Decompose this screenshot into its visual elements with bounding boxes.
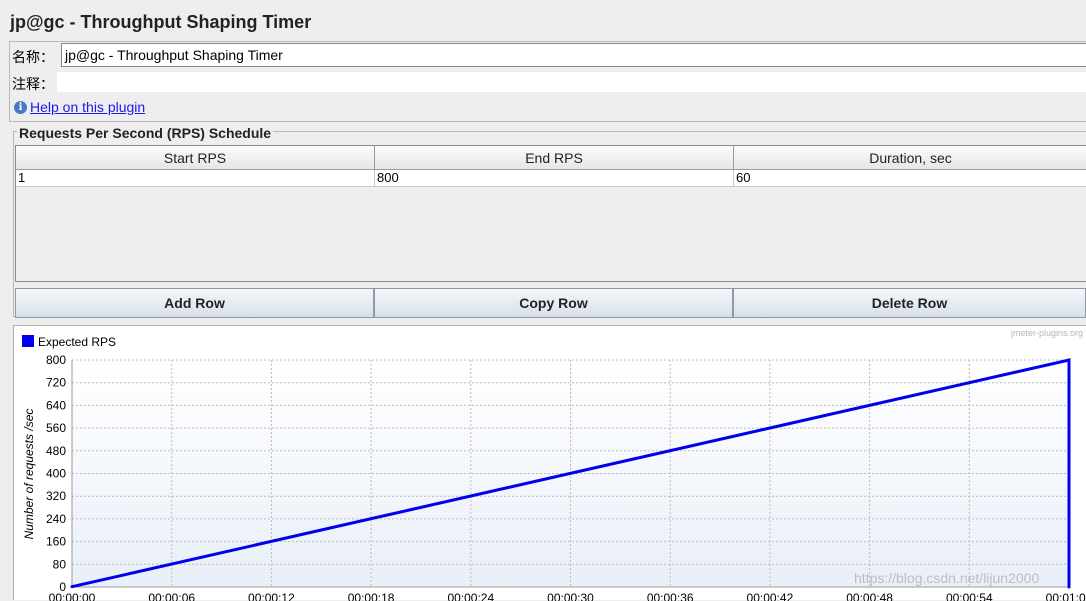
- column-header-start-rps[interactable]: Start RPS: [16, 146, 375, 170]
- y-tick-label: 160: [46, 535, 66, 549]
- y-tick-label: 800: [46, 353, 66, 367]
- cell-start-rps[interactable]: 1: [16, 170, 375, 187]
- y-axis-label: Number of requests /sec: [22, 409, 36, 540]
- button-bar: Add Row Copy Row Delete Row: [15, 288, 1086, 318]
- column-header-duration[interactable]: Duration, sec: [734, 146, 1086, 170]
- watermark: https://blog.csdn.net/lijun2000: [854, 570, 1040, 586]
- rps-chart: 0 80 160 240 320 400 480 560 640 720 800 00:00:00 00…: [13, 325, 1086, 601]
- delete-row-button[interactable]: Delete Row: [733, 288, 1086, 318]
- name-label: 名称：: [12, 49, 54, 65]
- data-point: [70, 585, 74, 589]
- schedule-legend: Requests Per Second (RPS) Schedule: [17, 125, 274, 141]
- table-row[interactable]: 1 800 60: [16, 170, 1086, 187]
- comment-input[interactable]: [57, 72, 1086, 92]
- data-point: [1067, 585, 1071, 589]
- y-tick-label: 80: [53, 557, 67, 571]
- cell-duration[interactable]: 60: [734, 170, 1086, 187]
- y-tick-label: 400: [46, 467, 66, 481]
- cell-end-rps[interactable]: 800: [375, 170, 734, 187]
- table-header: Start RPS End RPS Duration, sec: [16, 146, 1086, 170]
- y-tick-label: 320: [46, 489, 66, 503]
- info-icon: i: [14, 100, 27, 114]
- y-tick-label: 560: [46, 421, 66, 435]
- copy-row-button[interactable]: Copy Row: [374, 288, 733, 318]
- y-tick-label: 240: [46, 512, 66, 526]
- comment-label: 注释：: [12, 76, 54, 92]
- y-tick-label: 480: [46, 444, 66, 458]
- page-title: jp@gc - Throughput Shaping Timer: [10, 12, 312, 32]
- chart-svg: 08016024032040048056064072080000:00:00 00…: [22, 328, 1086, 601]
- y-tick-label: 720: [46, 376, 66, 390]
- column-header-end-rps[interactable]: End RPS: [375, 146, 734, 170]
- add-row-button[interactable]: Add Row: [15, 288, 374, 318]
- schedule-table[interactable]: Start RPS End RPS Duration, sec 1 800 60: [15, 145, 1086, 282]
- legend-label: Expected RPS: [38, 335, 116, 349]
- name-input[interactable]: jp@gc - Throughput Shaping Timer: [61, 43, 1086, 67]
- branding-label: jmeter-plugins.org: [1010, 328, 1083, 338]
- y-tick-label: 640: [46, 398, 66, 412]
- help-link[interactable]: Help on this plugin: [30, 99, 145, 115]
- help-row: i Help on this plugin: [14, 99, 145, 115]
- data-point: [1067, 358, 1071, 362]
- legend-swatch: [22, 335, 34, 347]
